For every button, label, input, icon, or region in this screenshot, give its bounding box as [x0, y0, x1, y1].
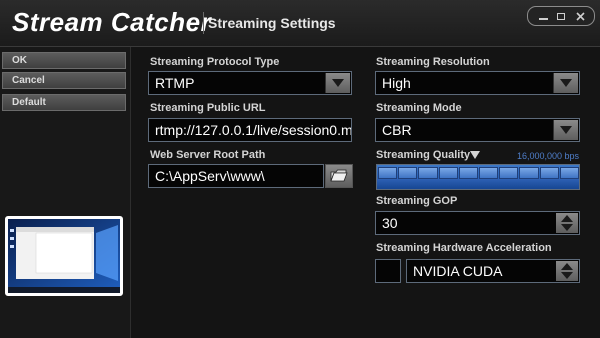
public-url-input[interactable]: rtmp://127.0.0.1/live/session0.mp4 — [148, 118, 352, 142]
gop-value: 30 — [382, 215, 398, 231]
web-root-value: C:\AppServ\www\ — [155, 168, 265, 184]
quality-slider-segment — [418, 167, 438, 179]
preview-thumbnail — [5, 216, 123, 296]
web-root-label: Web Server Root Path — [150, 149, 266, 161]
minimize-button[interactable] — [534, 8, 552, 24]
quality-slider[interactable] — [376, 164, 580, 190]
protocol-label: Streaming Protocol Type — [150, 56, 280, 68]
protocol-dropdown[interactable]: RTMP — [148, 71, 352, 95]
close-icon — [575, 11, 585, 21]
chevron-down-icon[interactable] — [553, 73, 578, 93]
quality-slider-segment — [559, 167, 579, 179]
quality-slider-segment — [499, 167, 519, 179]
spinner-arrows-icon[interactable] — [556, 213, 578, 233]
browse-button[interactable] — [325, 164, 353, 188]
gop-label: Streaming GOP — [376, 195, 458, 207]
quality-slider-segment — [458, 167, 478, 179]
minimize-icon — [538, 17, 548, 20]
hw-accel-value: NVIDIA CUDA — [413, 263, 503, 279]
resolution-value: High — [382, 75, 411, 91]
desktop-preview-image — [8, 219, 120, 293]
public-url-label: Streaming Public URL — [150, 102, 266, 114]
protocol-value: RTMP — [155, 75, 195, 91]
maximize-button[interactable] — [552, 8, 570, 24]
quality-slider-segment — [479, 167, 499, 179]
window-controls — [527, 6, 595, 26]
close-button[interactable] — [571, 8, 589, 24]
title-bar: Stream Catcher Streaming Settings — [0, 0, 600, 47]
app-title: Stream Catcher — [12, 7, 212, 37]
quality-slider-segment — [519, 167, 539, 179]
default-button[interactable]: Default — [2, 94, 126, 111]
quality-dropdown-arrow[interactable] — [470, 151, 480, 159]
cancel-button[interactable]: Cancel — [2, 72, 126, 89]
quality-label: Streaming Quality — [376, 149, 471, 161]
hw-accel-dropdown[interactable]: NVIDIA CUDA — [406, 259, 580, 283]
chevron-down-icon[interactable] — [325, 73, 350, 93]
web-root-input[interactable]: C:\AppServ\www\ — [148, 164, 324, 188]
title-separator — [203, 12, 204, 34]
hw-accel-label: Streaming Hardware Acceleration — [376, 242, 552, 254]
settings-panel: Streaming Protocol Type RTMP Streaming P… — [131, 47, 600, 338]
quality-slider-segment — [378, 167, 398, 179]
quality-slider-segment — [438, 167, 458, 179]
quality-slider-segment — [398, 167, 418, 179]
maximize-icon — [557, 12, 565, 20]
quality-slider-fill — [377, 178, 579, 189]
resolution-dropdown[interactable]: High — [375, 71, 580, 95]
mode-value: CBR — [382, 122, 412, 138]
public-url-value: rtmp://127.0.0.1/live/session0.mp4 — [155, 122, 352, 138]
mode-label: Streaming Mode — [376, 102, 462, 114]
window-title: Streaming Settings — [208, 15, 336, 31]
gop-spinner[interactable]: 30 — [375, 211, 580, 235]
resolution-label: Streaming Resolution — [376, 56, 490, 68]
ok-button[interactable]: OK — [2, 52, 126, 69]
chevron-down-icon[interactable] — [553, 120, 578, 140]
spinner-arrows-icon[interactable] — [556, 261, 578, 281]
mode-dropdown[interactable]: CBR — [375, 118, 580, 142]
quality-slider-segment — [539, 167, 559, 179]
quality-value: 16,000,000 bps — [516, 151, 579, 161]
folder-icon — [330, 169, 348, 182]
hw-accel-checkbox[interactable] — [375, 259, 401, 283]
